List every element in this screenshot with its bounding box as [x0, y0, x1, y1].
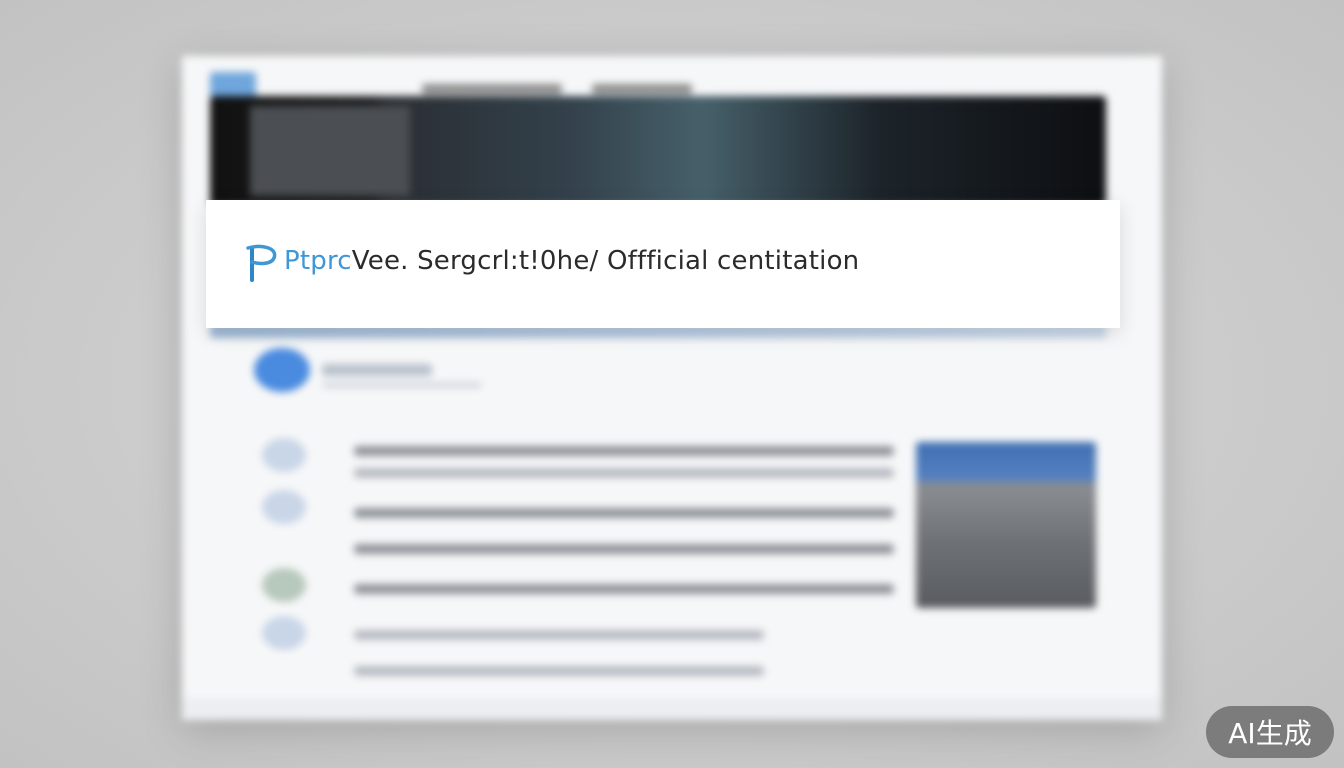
banner-title: PtprcVee. Sergcrl:t!0he/ Offficial centi… [284, 246, 859, 276]
list-item-icon [262, 438, 306, 472]
hero-image [210, 96, 1106, 206]
title-banner: PtprcVee. Sergcrl:t!0he/ Offficial centi… [206, 200, 1120, 328]
text-placeholder [354, 508, 894, 518]
list-item-icon [262, 568, 306, 602]
avatar-label-placeholder [322, 364, 432, 376]
window-tab-icon [210, 72, 256, 98]
ai-generated-badge: AI生成 [1206, 706, 1334, 758]
p-logo-icon [246, 244, 277, 282]
list-item-icon [262, 616, 306, 650]
topbar-placeholder [592, 84, 692, 94]
hero-side-panel [250, 106, 410, 196]
text-placeholder [354, 446, 894, 456]
thumbnail-image [916, 442, 1096, 608]
text-placeholder [354, 666, 764, 676]
text-placeholder [354, 630, 764, 640]
banner-brand-text: Ptprc [284, 246, 352, 276]
avatar [254, 348, 310, 392]
list-item-icon [262, 490, 306, 524]
text-placeholder [354, 584, 894, 594]
text-placeholder [354, 544, 894, 554]
window-footer [182, 698, 1162, 720]
screen: PtprcVee. Sergcrl:t!0he/ Offficial centi… [0, 0, 1344, 768]
avatar-subtitle-placeholder [322, 382, 482, 388]
background-window [182, 56, 1162, 720]
text-placeholder [354, 468, 894, 478]
banner-title-text: Vee. Sergcrl:t!0he/ Offficial centitatio… [351, 246, 860, 276]
topbar-placeholder [422, 84, 562, 94]
